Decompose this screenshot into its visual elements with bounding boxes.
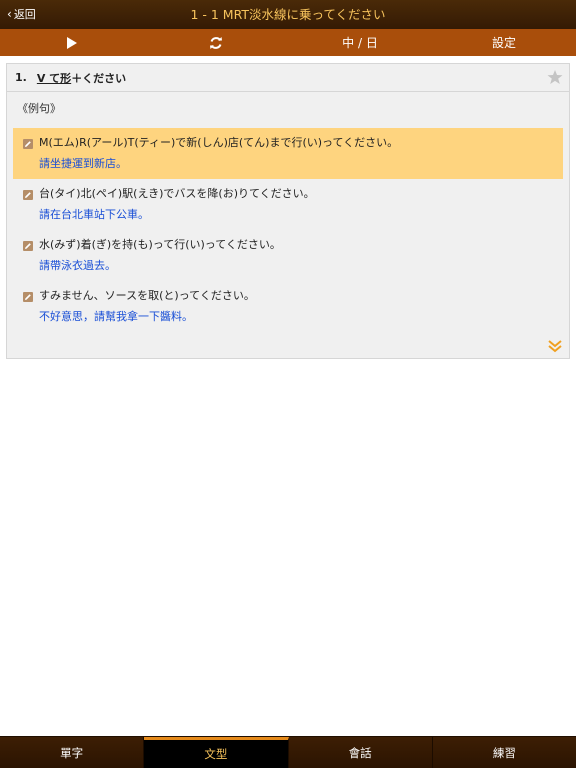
- pencil-icon: [23, 190, 33, 200]
- refresh-icon: [210, 36, 222, 49]
- pencil-icon: [23, 292, 33, 302]
- grammar-header: 1. V て形＋ください: [7, 64, 569, 92]
- example-japanese: 水(みず)着(ぎ)を持(も)って行(い)ってください。: [39, 238, 281, 251]
- tab-vocabulary[interactable]: 單字: [0, 737, 145, 768]
- tab-grammar[interactable]: 文型: [144, 737, 289, 768]
- tab-practice[interactable]: 練習: [432, 737, 576, 768]
- play-icon: [67, 36, 77, 49]
- settings-button[interactable]: 設定: [432, 29, 576, 56]
- double-chevron-down-icon[interactable]: [547, 338, 563, 354]
- pencil-icon: [23, 241, 33, 251]
- example-translation: 請坐捷運到新店。: [39, 157, 127, 170]
- example-japanese: M(エム)R(アール)T(ティー)で新(しん)店(てん)まで行(い)ってください…: [39, 136, 399, 149]
- play-button[interactable]: [0, 29, 144, 56]
- navigation-bar: ‹ 返回 1 - 1 MRT淡水線に乗ってください: [0, 0, 576, 29]
- example-list: M(エム)R(アール)T(ティー)で新(しん)店(てん)まで行(い)ってください…: [13, 128, 563, 332]
- refresh-button[interactable]: [144, 29, 288, 56]
- grammar-pattern-verb: V て形: [36, 71, 72, 85]
- star-icon[interactable]: [547, 69, 563, 85]
- page-title: 1 - 1 MRT淡水線に乗ってください: [190, 7, 386, 22]
- example-translation: 不好意思，請幫我拿一下醬料。: [39, 310, 193, 323]
- example-translation: 請帶泳衣過去。: [39, 259, 116, 272]
- example-item[interactable]: 台(タイ)北(ペイ)駅(えき)でバスを降(お)りてください。 請在台北車站下公車…: [13, 179, 563, 230]
- example-japanese: すみません、ソースを取(と)ってください。: [39, 289, 255, 302]
- language-toggle-button[interactable]: 中 / 日: [288, 29, 432, 56]
- grammar-number: 1.: [15, 71, 27, 84]
- example-japanese: 台(タイ)北(ペイ)駅(えき)でバスを降(お)りてください。: [39, 187, 315, 200]
- grammar-card: 1. V て形＋ください 《例句》 M(エム)R(アール)T(ティー)で新(しん…: [6, 63, 570, 359]
- examples-section-label: 《例句》: [17, 102, 61, 115]
- grammar-pattern-rest: ＋ください: [71, 71, 127, 85]
- example-item[interactable]: すみません、ソースを取(と)ってください。 不好意思，請幫我拿一下醬料。: [13, 281, 563, 332]
- example-translation: 請在台北車站下公車。: [39, 208, 149, 221]
- tab-bar: 單字 文型 會話 練習: [0, 736, 576, 768]
- tab-conversation[interactable]: 會話: [288, 737, 433, 768]
- toolbar: 中 / 日 設定: [0, 29, 576, 56]
- example-item[interactable]: 水(みず)着(ぎ)を持(も)って行(い)ってください。 請帶泳衣過去。: [13, 230, 563, 281]
- example-item[interactable]: M(エム)R(アール)T(ティー)で新(しん)店(てん)まで行(い)ってください…: [13, 128, 563, 179]
- pencil-icon: [23, 139, 33, 149]
- grammar-pattern: V て形＋ください: [37, 70, 126, 86]
